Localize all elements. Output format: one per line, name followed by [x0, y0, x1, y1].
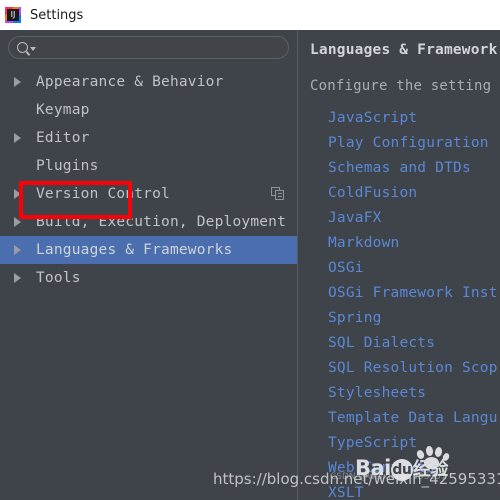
link-web-contexts[interactable]: Web Contexts — [328, 456, 500, 481]
page-title: Languages & Framework — [310, 42, 498, 58]
sidebar-item-label: Languages & Frameworks — [36, 242, 233, 258]
expand-arrow-icon[interactable] — [14, 189, 21, 199]
settings-sidebar: Appearance & Behavior Keymap Editor Plug… — [0, 30, 297, 500]
expand-arrow-icon[interactable] — [14, 133, 21, 143]
link-typescript[interactable]: TypeScript — [328, 431, 500, 456]
link-osgi-framework-instances[interactable]: OSGi Framework Inst — [328, 281, 500, 306]
search-icon[interactable] — [17, 42, 36, 53]
intellij-idea-logo-icon: IJ — [5, 7, 21, 23]
expand-arrow-icon[interactable] — [14, 217, 21, 227]
link-xslt[interactable]: XSLT — [328, 481, 500, 500]
link-sql-resolution-scopes[interactable]: SQL Resolution Scop — [328, 356, 500, 381]
link-javascript[interactable]: JavaScript — [328, 106, 500, 131]
link-template-data-languages[interactable]: Template Data Langu — [328, 406, 500, 431]
sidebar-item-appearance-behavior[interactable]: Appearance & Behavior — [0, 68, 297, 96]
search-box[interactable] — [8, 36, 289, 59]
window-titlebar: IJ Settings — [0, 0, 500, 30]
sidebar-item-plugins[interactable]: Plugins — [0, 152, 297, 180]
settings-window: IJ Settings Appearance & Behavior Keymap… — [0, 0, 500, 500]
settings-content-panel: Languages & Framework Configure the sett… — [298, 30, 500, 500]
sidebar-item-label: Tools — [36, 270, 81, 286]
sidebar-item-label: Plugins — [36, 158, 99, 174]
link-osgi[interactable]: OSGi — [328, 256, 500, 281]
link-stylesheets[interactable]: Stylesheets — [328, 381, 500, 406]
link-javafx[interactable]: JavaFX — [328, 206, 500, 231]
settings-link-list: JavaScript Play Configuration Schemas an… — [328, 106, 500, 500]
window-body: Appearance & Behavior Keymap Editor Plug… — [0, 30, 500, 500]
window-title: Settings — [30, 7, 84, 23]
link-schemas-and-dtds[interactable]: Schemas and DTDs — [328, 156, 500, 181]
search-input[interactable] — [36, 38, 288, 57]
expand-arrow-icon[interactable] — [14, 245, 21, 255]
sidebar-item-build-execution-deployment[interactable]: Build, Execution, Deployment — [0, 208, 297, 236]
sidebar-item-version-control[interactable]: Version Control — [0, 180, 297, 208]
sidebar-item-languages-frameworks[interactable]: Languages & Frameworks — [0, 236, 297, 264]
link-markdown[interactable]: Markdown — [328, 231, 500, 256]
sidebar-item-label: Keymap — [36, 102, 90, 118]
copy-icon[interactable] — [271, 187, 285, 201]
expand-arrow-icon[interactable] — [14, 77, 21, 87]
sidebar-item-label: Build, Execution, Deployment — [36, 214, 287, 230]
sidebar-item-label: Version Control — [36, 186, 170, 202]
page-description: Configure the setting — [310, 78, 492, 94]
sidebar-item-keymap[interactable]: Keymap — [0, 96, 297, 124]
link-play-configuration[interactable]: Play Configuration — [328, 131, 500, 156]
sidebar-item-label: Appearance & Behavior — [36, 74, 224, 90]
link-sql-dialects[interactable]: SQL Dialects — [328, 331, 500, 356]
settings-tree: Appearance & Behavior Keymap Editor Plug… — [0, 68, 297, 292]
sidebar-item-label: Editor — [36, 130, 90, 146]
expand-arrow-icon[interactable] — [14, 273, 21, 283]
sidebar-item-editor[interactable]: Editor — [0, 124, 297, 152]
sidebar-item-tools[interactable]: Tools — [0, 264, 297, 292]
link-coldfusion[interactable]: ColdFusion — [328, 181, 500, 206]
link-spring[interactable]: Spring — [328, 306, 500, 331]
